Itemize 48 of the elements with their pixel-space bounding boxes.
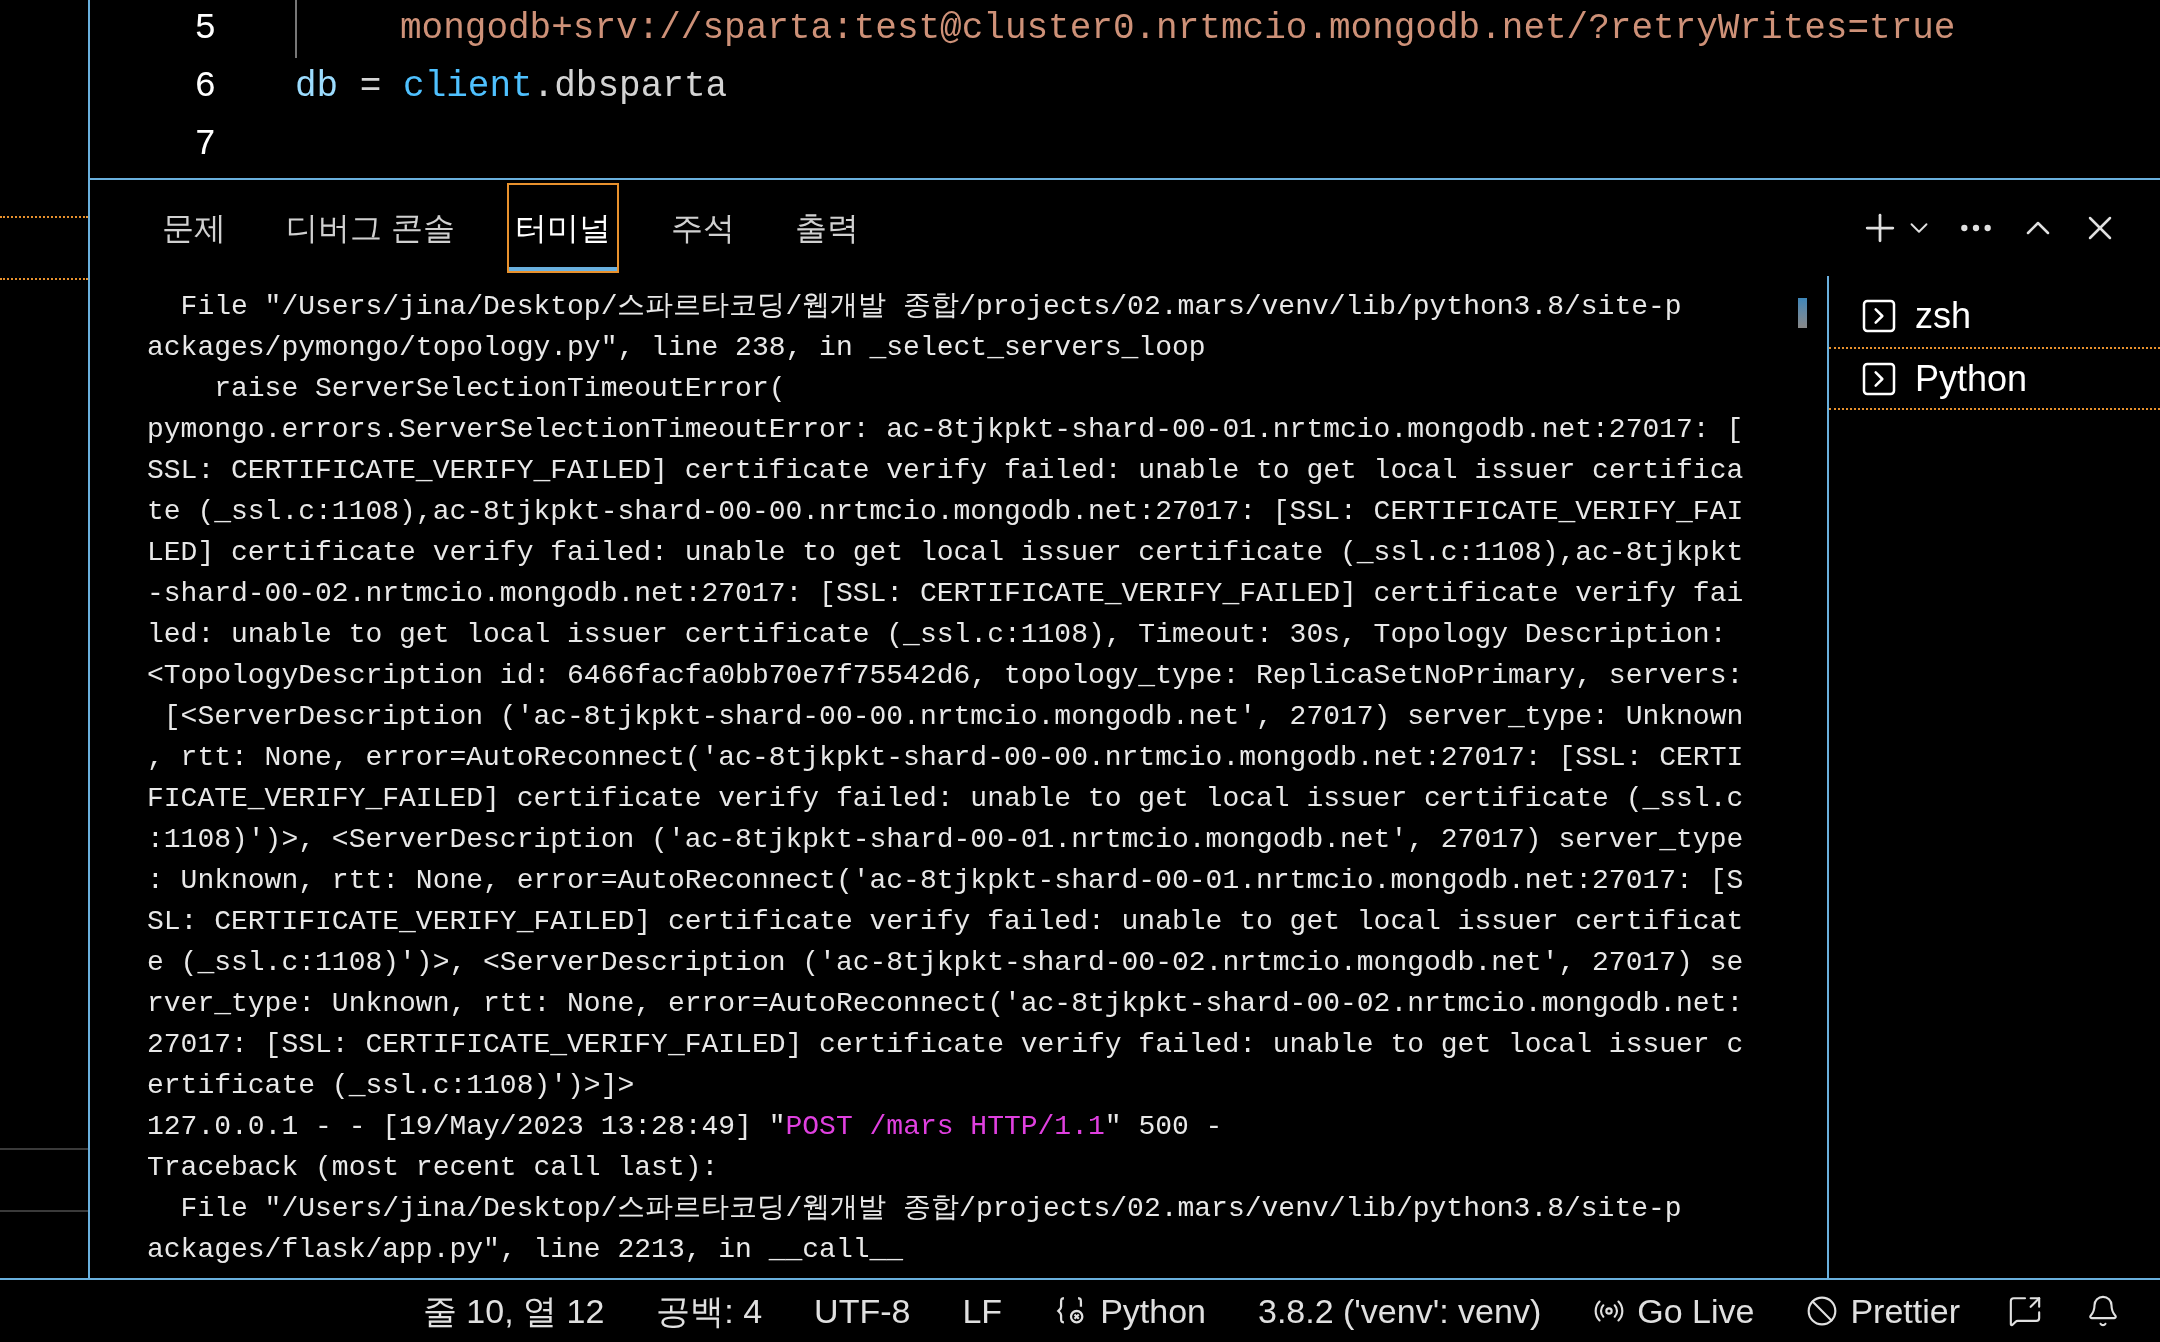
- status-item[interactable]: LF: [958, 1281, 1007, 1341]
- terminal-line: FICATE_VERIFY_FAILED] certificate verify failed: unable to get local issuer certificate (_ssl.c: [147, 782, 1744, 816]
- terminal-line: SSL: CERTIFICATE_VERIFY_FAILED] certificate verify failed: unable to get local issuer certifica: [147, 454, 1744, 488]
- line-number: 6: [193, 65, 217, 109]
- terminal-line: SL: CERTIFICATE_VERIFY_FAILED] certificate verify failed: unable to get local issuer certificat: [147, 905, 1744, 939]
- terminal-line: pymongo.errors.ServerSelectionTimeoutError: ac-8tjkpkt-shard-00-01.nrtmcio.mongodb.net:27017: [: [147, 413, 1744, 447]
- terminal-line: e (_ssl.c:1108)')>, <ServerDescription ('ac-8tjkpkt-shard-00-02.nrtmcio.mongodb.net', 27017) se: [147, 946, 1744, 980]
- terminal-line: te (_ssl.c:1108),ac-8tjkpkt-shard-00-00.nrtmcio.mongodb.net:27017: [SSL: CERTIFICATE_VERIFY_FAI: [147, 495, 1744, 529]
- terminal-line: ackages/pymongo/topology.py", line 238, in _select_servers_loop: [147, 331, 1206, 365]
- notifications-icon[interactable]: [2086, 1294, 2120, 1328]
- panel-tab[interactable]: 출력: [786, 183, 867, 273]
- terminal-line: led: unable to get local issuer certificate (_ssl.c:1108), Timeout: 30s, Topology Description:: [147, 618, 1727, 652]
- terminal-line: rver_type: Unknown, rtt: None, error=AutoReconnect('ac-8tjkpkt-shard-00-02.nrtmcio.mongodb.net:: [147, 987, 1744, 1021]
- terminal-line: -shard-00-02.nrtmcio.mongodb.net:27017: [SSL: CERTIFICATE_VERIFY_FAILED] certificate verify fai: [147, 577, 1744, 611]
- scrollbar-thumb[interactable]: [1798, 298, 1807, 328]
- go-live-button[interactable]: Go Live: [1589, 1281, 1759, 1341]
- terminal-line: Traceback (most recent call last):: [147, 1151, 719, 1185]
- prettier-button[interactable]: Prettier: [1802, 1281, 1964, 1341]
- panel-tab[interactable]: 문제: [154, 183, 234, 273]
- terminal-line: <TopologyDescription id: 6466facfa0bb70e7f75542d6, topology_type: ReplicaSetNoPrimary, servers:: [147, 659, 1744, 693]
- terminal-line: : Unknown, rtt: None, error=AutoReconnect('ac-8tjkpkt-shard-00-01.nrtmcio.mongodb.net:27017: [S: [147, 864, 1744, 898]
- code-line: db = client.dbsparta: [295, 65, 728, 109]
- terminal-line: File "/Users/jina/Desktop/스파르타코딩/웹개발 종합/projects/02.mars/venv/lib/python3.8/site-p: [179, 290, 1682, 324]
- terminal-line: File "/Users/jina/Desktop/스파르타코딩/웹개발 종합/projects/02.mars/venv/lib/python3.8/site-p: [179, 1192, 1682, 1226]
- terminal-line: LED] certificate verify failed: unable to get local issuer certificate (_ssl.c:1108),ac-8tjkpkt: [147, 536, 1744, 570]
- language-mode[interactable]: Python: [1050, 1281, 1210, 1341]
- panel-tab[interactable]: 터미널: [506, 183, 619, 273]
- disabled-icon: [1806, 1295, 1839, 1327]
- line-number: 5: [193, 7, 217, 51]
- terminal-session[interactable]: zsh: [1829, 284, 2160, 347]
- terminal-line: [<ServerDescription ('ac-8tjkpkt-shard-00-00.nrtmcio.mongodb.net', 27017) server_type: Unknown: [162, 700, 1744, 734]
- terminal-line: raise ServerSelectionTimeoutError(: [213, 372, 786, 406]
- status-item[interactable]: 공백: 4: [652, 1281, 767, 1341]
- terminal-line: ackages/flask/app.py", line 2213, in __call__: [147, 1233, 904, 1267]
- terminal-session[interactable]: Python: [1829, 347, 2160, 410]
- status-item[interactable]: 3.8.2 ('venv': venv): [1254, 1281, 1546, 1341]
- terminal-line: ertificate (_ssl.c:1108)')>]>: [147, 1069, 635, 1103]
- code-line: mongodb+srv://sparta:test@cluster0.nrtmcio.mongodb.net/?retryWrites=true: [400, 7, 1956, 51]
- line-number: 7: [193, 123, 217, 167]
- status-item[interactable]: UTF-8: [810, 1281, 915, 1341]
- terminal-line: :1108)')>, <ServerDescription ('ac-8tjkpkt-shard-00-01.nrtmcio.mongodb.net', 27017) server_type: [147, 823, 1744, 857]
- panel-tab[interactable]: 디버그 콘솔: [278, 183, 463, 273]
- panel-tab[interactable]: 주석: [662, 183, 743, 273]
- terminal-line: 127.0.0.1 - - [19/May/2023 13:28:49] "POST /mars HTTP/1.1" 500 -: [147, 1110, 1223, 1144]
- status-item[interactable]: 줄 10, 열 12: [418, 1281, 609, 1341]
- feedback-icon[interactable]: [2008, 1294, 2042, 1328]
- terminal-line: 27017: [SSL: CERTIFICATE_VERIFY_FAILED] certificate verify failed: unable to get local issuer c: [147, 1028, 1744, 1062]
- terminal-line: , rtt: None, error=AutoReconnect('ac-8tjkpkt-shard-00-00.nrtmcio.mongodb.net:27017: [SSL: CERTI: [147, 741, 1744, 775]
